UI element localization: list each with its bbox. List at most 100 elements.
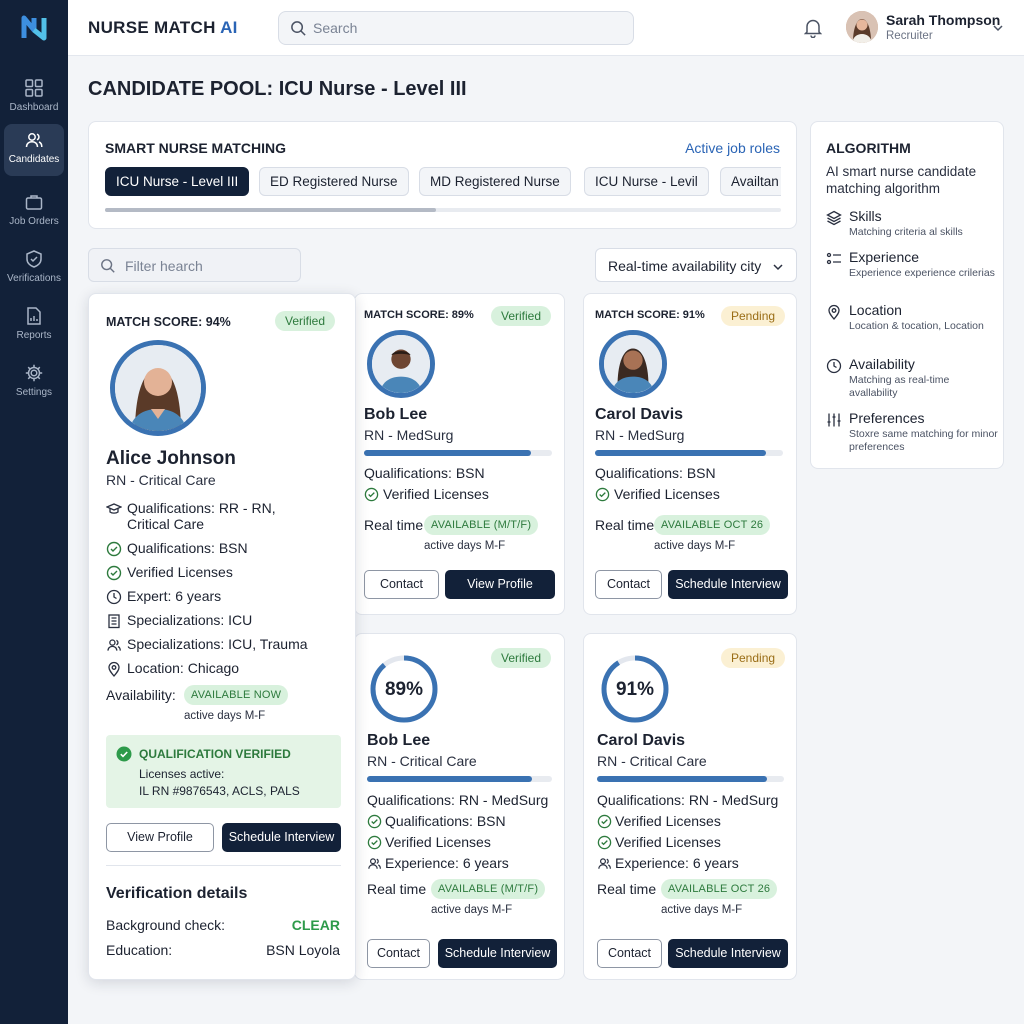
candidate-name[interactable]: Bob Lee xyxy=(367,732,430,750)
schedule-interview-button[interactable]: Schedule Interview xyxy=(668,570,788,599)
status-badge: Verified xyxy=(491,306,552,326)
active-job-roles-link[interactable]: Active job roles xyxy=(685,140,780,156)
role-tab-ed-registered-nurse[interactable]: ED Registered Nurse xyxy=(259,167,409,196)
availability-badge: AVAILABLE NOW xyxy=(184,685,289,705)
sidebar-item-label: Dashboard xyxy=(9,102,59,113)
sidebar-item-job-orders[interactable]: Job Orders xyxy=(4,186,64,238)
background-check-value: CLEAR xyxy=(291,917,340,933)
availability-badge: AVAILABLE OCT 26 xyxy=(654,515,771,535)
job-role-tabs: ICU Nurse - Level III ED Registered Nurs… xyxy=(105,167,781,197)
match-score-percent: 89% xyxy=(384,679,424,700)
notification-bell-icon[interactable] xyxy=(804,18,822,38)
search-input[interactable] xyxy=(313,18,613,38)
real-time-label: Real time xyxy=(364,517,424,533)
candidate-name[interactable]: Carol Davis xyxy=(595,406,683,424)
check-circle-icon xyxy=(116,746,132,762)
global-search[interactable] xyxy=(278,11,634,45)
availability-days: active days M-F xyxy=(424,540,506,552)
background-check-label: Background check: xyxy=(106,917,226,933)
candidate-name[interactable]: Alice Johnson xyxy=(106,448,236,470)
real-time-label: Real time xyxy=(595,517,655,533)
check-circle-icon xyxy=(597,814,612,829)
filter-search[interactable] xyxy=(88,248,301,282)
chevron-down-icon xyxy=(773,264,783,271)
role-tab-icu-level-iii[interactable]: ICU Nurse - Level III xyxy=(105,167,250,196)
candidate-card[interactable]: MATCH SCORE: 89% Verified Bob Lee RN - M… xyxy=(354,293,565,615)
users-icon xyxy=(25,133,43,148)
sidebar-item-label: Reports xyxy=(16,330,52,341)
view-profile-button[interactable]: View Profile xyxy=(106,823,214,852)
clock-icon xyxy=(826,358,842,374)
roles-scroll-thumb[interactable] xyxy=(105,208,437,212)
match-score-percent: 91% xyxy=(615,679,655,700)
check-circle-icon xyxy=(364,487,379,502)
check-circle-icon xyxy=(367,814,382,829)
sidebar-item-label: Verifications xyxy=(7,273,61,284)
role-tab-icu-levil[interactable]: ICU Nurse - Levil xyxy=(584,167,709,196)
status-badge: Pending xyxy=(721,648,786,668)
user-name[interactable]: Sarah Thompson xyxy=(886,12,1000,28)
schedule-interview-button[interactable]: Schedule Interview xyxy=(438,939,557,968)
briefcase-icon xyxy=(25,195,43,210)
availability-days: active days M-F xyxy=(661,904,743,916)
candidate-card[interactable]: MATCH SCORE: 91% Pending Carol Davis RN … xyxy=(583,293,797,615)
match-progress-bar xyxy=(364,450,552,456)
role-tab-availtan[interactable]: Availtan xyxy=(720,167,781,196)
user-role: Recruiter xyxy=(886,30,933,42)
availability-days: active days M-F xyxy=(654,540,736,552)
schedule-interview-button[interactable]: Schedule Interview xyxy=(222,823,341,852)
view-profile-button[interactable]: View Profile xyxy=(445,570,555,599)
availability-select-value: Real-time availability city xyxy=(608,258,762,274)
sidebar-item-verifications[interactable]: Verifications xyxy=(4,243,64,295)
users-icon xyxy=(107,639,121,651)
availability-label: Availability: xyxy=(106,687,176,703)
users-icon xyxy=(368,858,381,869)
user-avatar[interactable] xyxy=(846,11,878,43)
gear-icon xyxy=(25,364,43,382)
contact-button[interactable]: Contact xyxy=(597,939,662,968)
contact-button[interactable]: Contact xyxy=(367,939,430,968)
candidate-card[interactable]: Pending 91% Carol Davis RN - Critical Ca… xyxy=(583,633,797,980)
check-circle-icon xyxy=(367,835,382,850)
contact-button[interactable]: Contact xyxy=(364,570,439,599)
match-score: MATCH SCORE: 91% xyxy=(595,309,705,321)
featured-candidate-card[interactable]: MATCH SCORE: 94% Verified Alice Johnson … xyxy=(88,293,356,980)
match-score: MATCH SCORE: 94% xyxy=(106,315,231,329)
candidate-role: RN - Critical Care xyxy=(597,753,707,769)
candidate-role: RN - Critical Care xyxy=(367,753,477,769)
availability-badge: AVAILABLE OCT 26 xyxy=(661,879,778,899)
candidate-name[interactable]: Carol Davis xyxy=(597,732,685,750)
match-progress-bar xyxy=(595,450,783,456)
sidebar-item-reports[interactable]: Reports xyxy=(4,300,64,352)
candidate-photo xyxy=(367,330,435,398)
status-badge: Verified xyxy=(275,311,336,331)
status-badge: Verified xyxy=(491,648,552,668)
education-value: BSN Loyola xyxy=(266,942,340,958)
roles-scrollbar[interactable] xyxy=(105,208,781,212)
chevron-down-icon[interactable] xyxy=(992,22,1004,34)
check-circle-icon xyxy=(595,487,610,502)
role-tab-md-registered-nurse[interactable]: MD Registered Nurse xyxy=(419,167,571,196)
verification-details-title: Verification details xyxy=(106,885,248,902)
page-title: CANDIDATE POOL: ICU Nurse - Level III xyxy=(88,78,467,100)
sidebar-item-candidates[interactable]: Candidates xyxy=(4,124,64,176)
availability-select[interactable]: Real-time availability city xyxy=(595,248,797,282)
filter-search-input[interactable] xyxy=(125,256,290,276)
algorithm-description: AI smart nurse candidate matching algori… xyxy=(826,164,977,196)
candidate-name[interactable]: Bob Lee xyxy=(364,406,427,424)
schedule-interview-button[interactable]: Schedule Interview xyxy=(668,939,788,968)
sliders-icon xyxy=(827,413,841,427)
candidate-role: RN - MedSurg xyxy=(595,427,685,443)
sidebar-item-label: Job Orders xyxy=(9,216,59,227)
availability-badge: AVAILABLE (M/T/F) xyxy=(424,515,539,535)
sidebar-item-label: Candidates xyxy=(8,154,60,165)
sidebar-item-dashboard[interactable]: Dashboard xyxy=(4,72,64,124)
real-time-label: Real time xyxy=(367,881,427,897)
location-pin-icon xyxy=(828,304,840,320)
availability-days: active days M-F xyxy=(184,710,266,722)
contact-button[interactable]: Contact xyxy=(595,570,662,599)
top-header: NURSE MATCH AI Sarah Thompson Recruiter xyxy=(68,0,1024,56)
candidate-card[interactable]: Verified 89% Bob Lee RN - Critical Care … xyxy=(354,633,565,980)
nurse-match-logo[interactable] xyxy=(20,14,48,42)
sidebar-item-settings[interactable]: Settings xyxy=(4,357,64,409)
